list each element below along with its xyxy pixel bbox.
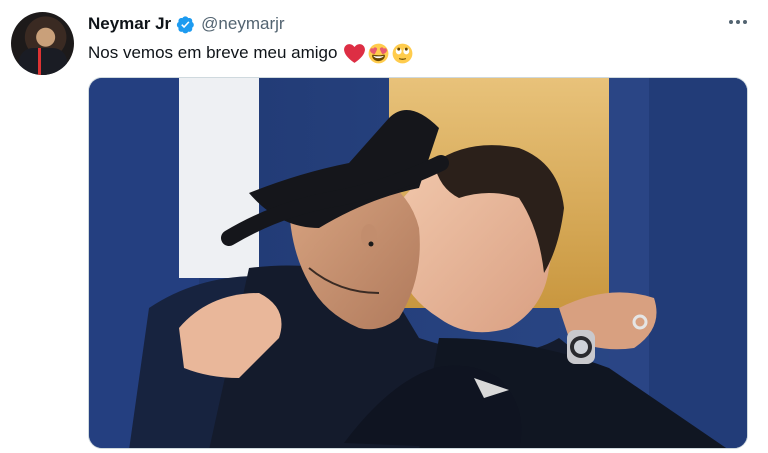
tweet-text: Nos vemos em breve meu amigo bbox=[88, 40, 413, 66]
red-heart-icon bbox=[344, 43, 366, 63]
more-horizontal-icon bbox=[729, 20, 733, 24]
tweet-card[interactable]: Neymar Jr @neymarjr Nos vemos em breve m… bbox=[0, 0, 768, 453]
avatar-shirt bbox=[19, 48, 67, 75]
more-horizontal-icon bbox=[743, 20, 747, 24]
more-options-button[interactable] bbox=[724, 12, 752, 32]
tweet-body: Nos vemos em breve meu amigo bbox=[88, 43, 338, 62]
more-horizontal-icon bbox=[736, 20, 740, 24]
photo-image bbox=[89, 78, 747, 448]
smiling-face-with-heart-eyes-icon bbox=[369, 43, 389, 63]
avatar[interactable] bbox=[11, 12, 74, 75]
author-handle[interactable]: @neymarjr bbox=[201, 14, 284, 34]
author-name[interactable]: Neymar Jr bbox=[88, 14, 171, 34]
tweet-header: Neymar Jr @neymarjr bbox=[88, 12, 285, 36]
face-with-rolling-eyes-icon bbox=[393, 43, 413, 63]
verified-badge-icon bbox=[177, 15, 194, 33]
tweet-photo[interactable] bbox=[88, 77, 748, 449]
